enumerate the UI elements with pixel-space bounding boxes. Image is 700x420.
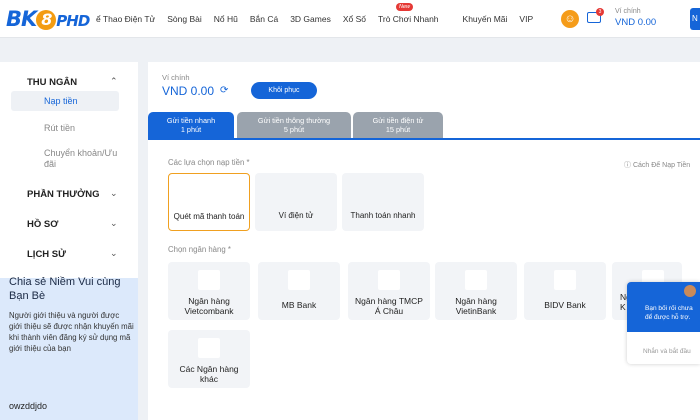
option-e-wallet[interactable]: Ví điện tử: [255, 173, 337, 231]
tab-underline: [148, 138, 700, 140]
how-to-deposit-label: Cách Để Nạp Tiền: [632, 162, 691, 169]
tab-duration: 15 phút: [385, 125, 411, 134]
sidebar-section-cashier[interactable]: THU NGÂN: [27, 77, 77, 88]
main-nav: ể Thao Điện Tử Sòng Bài Nổ Hũ Bắn Cá 3D …: [96, 3, 545, 24]
nav-item-vip[interactable]: VIP: [519, 14, 533, 24]
chevron-down-icon[interactable]: ⌄: [110, 188, 118, 199]
sidebar-item-withdraw[interactable]: Rút tiền: [44, 123, 75, 133]
chevron-down-icon[interactable]: ⌄: [110, 248, 118, 259]
bank-select-label: Chọn ngân hàng *: [168, 245, 231, 254]
promo-text: Người giới thiệu và người được giới thiệ…: [9, 311, 134, 353]
bank-logo-icon: [465, 270, 487, 290]
referral-code[interactable]: owzddjdo: [9, 401, 47, 411]
bank-vietcombank[interactable]: Ngân hàng Vietcombank: [168, 262, 250, 320]
tab-normal-deposit[interactable]: Gửi tiền thông thường 5 phút: [237, 112, 351, 138]
wallet-value: VND 0.00: [162, 84, 215, 98]
bank-name-line2: VietinBank: [455, 306, 497, 316]
promo-title: Chia sẻ Niềm Vui cùng Bạn Bè: [9, 276, 121, 302]
bank-name-line1: Các Ngân hàng: [179, 364, 239, 374]
bank-mb[interactable]: MB Bank: [258, 262, 340, 320]
bank-acb[interactable]: Ngân hàng TMCP Á Châu: [348, 262, 430, 320]
tab-crypto-deposit[interactable]: Gửi tiền điện tử 15 phút: [353, 112, 443, 138]
sidebar-section-history[interactable]: LỊCH SỬ: [27, 249, 66, 260]
bank-logo-icon: [198, 270, 220, 290]
balance-value: VND 0.00: [615, 17, 657, 28]
bank-name-line2: Vietcombank: [184, 306, 234, 316]
tab-fast-deposit[interactable]: Gửi tiền nhanh 1 phút: [148, 112, 234, 138]
nav-item-lottery[interactable]: Xổ Số: [343, 14, 366, 24]
bank-name-line1: Ngân hàng: [188, 296, 230, 306]
how-to-deposit-link[interactable]: ⓘ Cách Để Nạp Tiền: [624, 160, 690, 170]
bank-name-line1: Ngân hàng: [455, 296, 497, 306]
nav-item-slots[interactable]: Nổ Hũ: [214, 14, 238, 24]
tab-title: Gửi tiền thông thường: [257, 116, 331, 125]
nav-item-fishing[interactable]: Bắn Cá: [250, 14, 278, 24]
sidebar-item-transfer-line2[interactable]: đãi: [44, 159, 56, 169]
agent-avatar-icon: [684, 285, 696, 297]
user-avatar-icon[interactable]: ☺: [561, 10, 579, 28]
nav-item-quick-games[interactable]: Trò Chơi Nhanh New: [377, 3, 451, 24]
nav-item-casino[interactable]: Sòng Bài: [167, 14, 202, 24]
bank-name-line1: BIDV Bank: [544, 300, 586, 310]
top-navbar: BK 8 PHD ể Thao Điện Tử Sòng Bài Nổ Hũ Bắn…: [0, 0, 700, 38]
chat-input[interactable]: Nhắn và bắt đầu: [643, 348, 691, 355]
sidebar-section-profile[interactable]: HỒ SƠ: [27, 219, 58, 230]
new-badge: New: [395, 3, 413, 11]
chevron-up-icon[interactable]: ⌃: [110, 76, 118, 87]
option-qr-payment[interactable]: Quét mã thanh toán: [168, 173, 250, 231]
option-fast-payment[interactable]: Thanh toán nhanh: [342, 173, 424, 231]
nav-item-promotions[interactable]: Khuyến Mãi: [463, 14, 508, 24]
nav-item-esports[interactable]: ể Thao Điện Tử: [96, 14, 155, 24]
deposit-options-label: Các lựa chọn nạp tiền *: [168, 158, 250, 167]
tab-duration: 5 phút: [283, 125, 305, 134]
bank-name-line1: MB Bank: [281, 300, 317, 310]
site-logo[interactable]: BK 8 PHD: [6, 7, 90, 31]
mail-count-badge: 3: [596, 8, 604, 16]
bank-other[interactable]: Các Ngân hàng khác: [168, 330, 250, 388]
bank-logo-icon: [554, 270, 576, 290]
restore-button[interactable]: Khôi phục: [251, 82, 317, 99]
bank-name-line1: Ngân hàng TMCP: [355, 296, 423, 306]
bank-logo-icon: [198, 338, 220, 358]
tab-duration: 1 phút: [180, 125, 202, 134]
sidebar-item-deposit[interactable]: Nạp tiền: [44, 96, 78, 106]
nav-item-3d-games[interactable]: 3D Games: [290, 14, 331, 24]
bank-name-line2: Á Châu: [374, 306, 404, 316]
wallet-label: Ví chính: [162, 73, 190, 82]
help-icon: ⓘ: [624, 162, 633, 169]
nav-item-quick-games-label: Trò Chơi Nhanh: [377, 14, 439, 24]
deposit-header-button[interactable]: N: [690, 8, 700, 30]
chevron-down-icon[interactable]: ⌄: [110, 218, 118, 229]
bank-logo-icon: [288, 270, 310, 290]
refresh-icon[interactable]: ⟳: [220, 85, 228, 96]
balance-label: Ví chính: [615, 8, 641, 15]
bank-name-line2: khác: [200, 374, 218, 384]
bank-vietinbank[interactable]: Ngân hàng VietinBank: [435, 262, 517, 320]
sidebar-section-rewards[interactable]: PHẦN THƯỞNG: [27, 189, 99, 200]
tab-title: Gửi tiền điện tử: [372, 116, 424, 125]
bank-logo-icon: [378, 270, 400, 290]
bank-bidv[interactable]: BIDV Bank: [524, 262, 606, 320]
sidebar-item-transfer[interactable]: Chuyển khoản/Ưu: [44, 148, 117, 158]
tab-title: Gửi tiền nhanh: [166, 116, 216, 125]
